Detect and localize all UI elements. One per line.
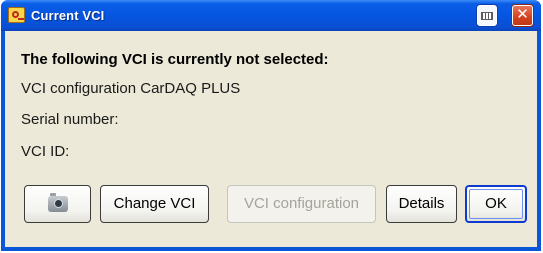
vci-app-icon [8, 7, 25, 23]
dialog-body: The following VCI is currently not selec… [5, 31, 537, 247]
dialog-window: Current VCI ✕ The following VCI is curre… [1, 0, 541, 251]
window-title: Current VCI [31, 8, 105, 23]
vci-configuration-line: VCI configuration CarDAQ PLUS [21, 80, 241, 97]
vci-id-line: VCI ID: [21, 143, 70, 160]
message-heading: The following VCI is currently not selec… [21, 51, 329, 68]
close-icon: ✕ [516, 6, 529, 23]
change-vci-button[interactable]: Change VCI [100, 185, 209, 223]
camera-button[interactable] [24, 185, 91, 223]
title-bar[interactable]: Current VCI ✕ [1, 0, 541, 31]
vci-configuration-button[interactable]: VCI configuration [227, 185, 376, 223]
ok-button[interactable]: OK [465, 185, 527, 223]
keyboard-icon[interactable] [477, 5, 497, 26]
serial-number-line: Serial number: [21, 111, 119, 128]
details-button[interactable]: Details [386, 185, 457, 223]
close-button[interactable]: ✕ [512, 5, 533, 26]
camera-icon [48, 193, 68, 212]
